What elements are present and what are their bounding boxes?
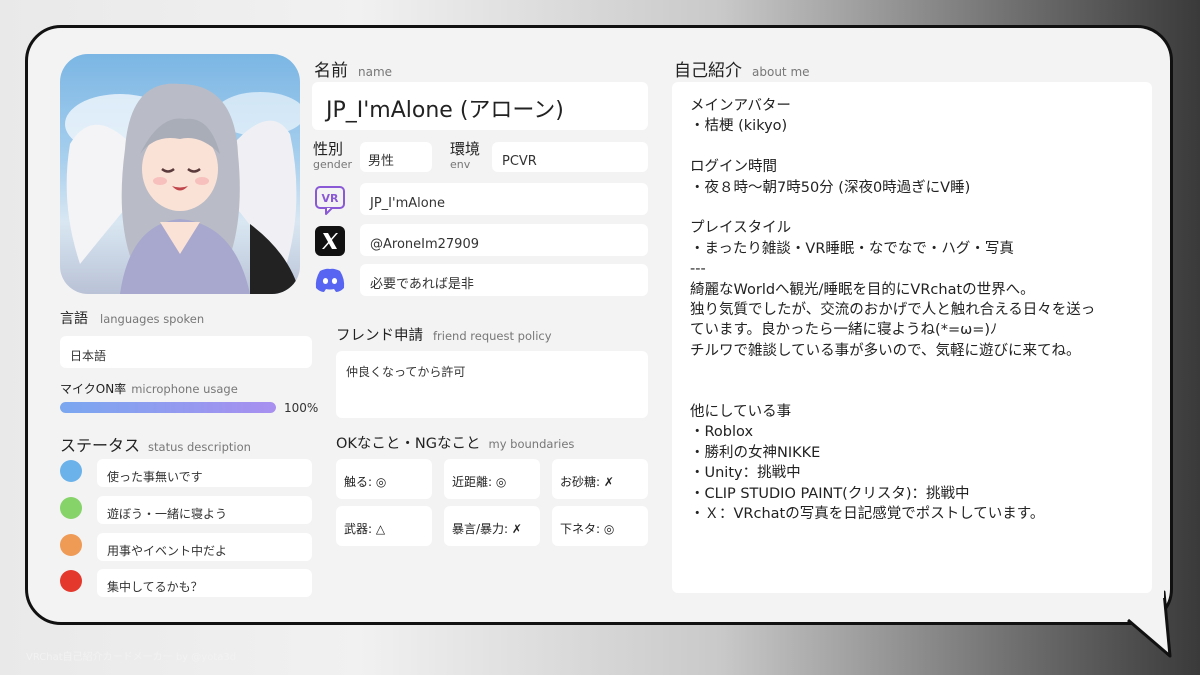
vrchat-name-field: JP_I'mAlone (360, 183, 648, 215)
about-line (690, 137, 1134, 157)
status-dot-blue (60, 460, 82, 482)
mic-usage-value: 100% (284, 401, 319, 415)
discord-value: 必要であれば是非 (370, 277, 474, 292)
avatar-image (60, 54, 300, 294)
about-line: ・CLIP STUDIO PAINT(クリスタ)：挑戦中 (690, 485, 970, 502)
about-sublabel: about me (752, 65, 810, 79)
mic-header: マイクON率 microphone usage (60, 378, 238, 397)
about-label: 自己紹介 (674, 61, 742, 81)
about-line: --- (690, 261, 706, 278)
gender-sublabel: gender (313, 158, 352, 171)
footer-credit: VRChat自己紹介カードメーカー by @yota3d (26, 652, 237, 663)
about-line: ・Roblox (690, 424, 754, 441)
status-item-text: 用事やイベント中だよ (107, 544, 228, 558)
about-line: 他にしている事 (690, 404, 792, 421)
gender-label-group: 性別 gender (313, 142, 352, 172)
x-handle-value: @AroneIm27909 (370, 237, 479, 252)
about-line (690, 382, 1134, 402)
languages-sublabel: languages spoken (100, 312, 205, 326)
languages-label: 言語 (60, 311, 88, 327)
env-label: 環境 (450, 140, 481, 158)
boundary-item: 暴言/暴力: ✗ (444, 506, 540, 546)
boundaries-sublabel: my boundaries (488, 437, 575, 451)
status-item: 使った事無いです (97, 459, 312, 487)
about-line: ・夜８時～朝7時50分 (深夜0時過ぎにV睡) (690, 179, 971, 196)
name-value: JP_I'mAlone (アローン) (326, 98, 564, 123)
about-line: メインアバター (690, 98, 791, 114)
boundary-item: 近距離: ◎ (444, 459, 540, 499)
languages-field: 日本語 (60, 336, 312, 368)
boundary-item: 下ネタ: ◎ (552, 506, 648, 546)
status-sublabel: status description (148, 440, 251, 454)
gender-field: 男性 (360, 142, 432, 172)
boundary-item: 触る: ◎ (336, 459, 432, 499)
status-item: 用事やイベント中だよ (97, 533, 312, 561)
friend-request-field: 仲良くなってから許可 (336, 351, 648, 418)
friend-request-value: 仲良くなってから許可 (346, 365, 466, 379)
gender-label: 性別 (313, 140, 344, 158)
boundary-item-text: 暴言/暴力: ✗ (452, 522, 522, 536)
boundary-item-text: 武器: △ (344, 522, 386, 536)
boundary-item-text: お砂糖: ✗ (560, 475, 614, 489)
speech-bubble-tail (1120, 590, 1172, 658)
name-sublabel: name (358, 65, 393, 79)
about-header: 自己紹介 about me (674, 56, 810, 81)
status-dot-orange (60, 534, 82, 556)
mic-usage-bar (60, 402, 276, 413)
status-item: 集中してるかも？ (97, 569, 312, 597)
status-item: 遊ぼう・一緒に寝よう (97, 496, 312, 524)
status-item-text: 遊ぼう・一緒に寝よう (107, 507, 228, 521)
status-header: ステータス status description (60, 432, 251, 456)
about-line: ・まったり雑談・VR睡眠・なでなで・ハグ・写真 (690, 240, 1014, 257)
boundaries-header: OKなこと・NGなこと my boundaries (336, 432, 574, 453)
mic-label: マイクON率 (60, 382, 127, 396)
about-line: 独り気質でしたが、交流のおかげで人と触れ合える日々を送っ (690, 302, 1096, 319)
vrchat-icon: VR (313, 183, 347, 217)
about-line: チルワで雑談している事が多いので、気軽に遊びに来てね。 (690, 342, 1081, 359)
boundary-item: 武器: △ (336, 506, 432, 546)
about-line: ・勝利の女神NIKKE (690, 444, 821, 461)
mic-usage-fill (60, 402, 276, 413)
boundary-item-text: 下ネタ: ◎ (560, 522, 615, 536)
env-label-group: 環境 env (450, 142, 480, 172)
boundary-item: お砂糖: ✗ (552, 459, 648, 499)
mic-sublabel: microphone usage (131, 382, 238, 396)
env-value: PCVR (502, 154, 537, 169)
boundary-item-text: 触る: ◎ (344, 475, 387, 489)
name-header: 名前 name (314, 56, 392, 81)
boundary-item-text: 近距離: ◎ (452, 475, 507, 489)
discord-field: 必要であれば是非 (360, 264, 648, 296)
languages-value: 日本語 (70, 349, 107, 363)
about-line: プレイスタイル (690, 220, 792, 237)
svg-text:VR: VR (322, 192, 340, 205)
about-line: ・Unity：挑戦中 (690, 465, 801, 482)
languages-header: 言語 languages spoken (60, 308, 204, 328)
env-field: PCVR (492, 142, 648, 172)
status-dot-green (60, 497, 82, 519)
name-label: 名前 (314, 61, 348, 81)
status-dot-red (60, 570, 82, 592)
about-line (690, 198, 1134, 218)
about-line: ています。良かったら一緒に寝ようね(*=ω=)ﾉ (690, 322, 998, 339)
about-line: ログイン時間 (690, 159, 777, 176)
x-handle-field: @AroneIm27909 (360, 224, 648, 256)
env-sublabel: env (450, 158, 471, 171)
x-logo-icon (313, 224, 347, 258)
gender-value: 男性 (368, 154, 395, 169)
discord-icon (313, 263, 347, 297)
status-item-text: 集中してるかも？ (107, 580, 203, 594)
friend-request-header: フレンド申請 friend request policy (336, 324, 552, 345)
about-line: ・桔梗 (kikyo) (690, 118, 788, 135)
friend-request-label: フレンド申請 (336, 328, 423, 344)
vrchat-name-value: JP_I'mAlone (370, 196, 445, 211)
boundaries-label: OKなこと・NGなこと (336, 436, 481, 452)
about-line: ・Ｘ：VRchatの写真を日記感覚でポストしています。 (690, 506, 1045, 523)
status-item-text: 使った事無いです (107, 470, 203, 484)
name-field: JP_I'mAlone (アローン) (312, 82, 648, 130)
about-line: 綺麗なWorldへ観光/睡眠を目的にVRchatの世界へ。 (690, 281, 1035, 298)
about-field: メインアバター ・桔梗 (kikyo) ログイン時間 ・夜８時～朝7時50分 (… (672, 82, 1152, 593)
about-line (690, 361, 1134, 381)
status-label: ステータス (60, 436, 141, 455)
friend-request-sublabel: friend request policy (433, 329, 552, 343)
